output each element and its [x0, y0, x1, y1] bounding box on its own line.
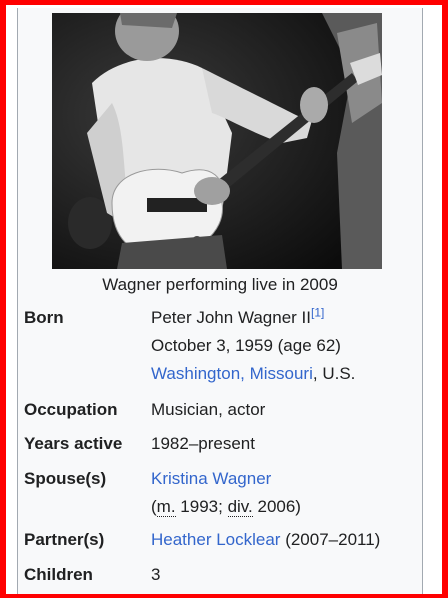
divorced-year: 2006) — [252, 497, 301, 516]
birth-name: Peter John Wagner II — [151, 308, 312, 327]
divorced-abbr: div. — [227, 497, 253, 517]
partner-label: Partner(s) — [24, 530, 105, 549]
photo-caption: Wagner performing live in 2009 — [102, 275, 338, 294]
married-year: 1993; — [175, 497, 228, 516]
reference-link[interactable]: [1] — [311, 305, 324, 319]
spouse-row: Spouse(s) Kristina Wagner (m. 1993; div.… — [24, 465, 416, 525]
occupation-value: Musician, actor — [151, 400, 266, 419]
occupation-label: Occupation — [24, 400, 118, 419]
years-active-value: 1982–present — [151, 434, 255, 453]
children-label: Children — [24, 565, 93, 584]
birthplace-country: , U.S. — [312, 364, 356, 383]
partner-value: Heather Locklear (2007–2011) — [151, 526, 380, 554]
partner-row: Partner(s) Heather Locklear (2007–2011) — [24, 526, 416, 556]
occupation-row: Occupation Musician, actor — [24, 396, 416, 426]
married-abbr: m. — [156, 497, 176, 517]
spouse-label: Spouse(s) — [24, 469, 107, 488]
spouse-open-paren: ( — [151, 497, 157, 516]
born-label: Born — [24, 308, 64, 327]
birth-date: October 3, 1959 (age 62) — [151, 336, 341, 355]
children-row: Children 3 — [24, 561, 416, 591]
guitarist-photo-icon — [52, 13, 382, 269]
born-value: Peter John Wagner II[1] October 3, 1959 … — [151, 304, 355, 388]
birthplace-link[interactable]: Washington, Missouri — [151, 364, 313, 383]
children-value: 3 — [151, 565, 161, 584]
spouse-link[interactable]: Kristina Wagner — [151, 469, 271, 488]
years-active-row: Years active 1982–present — [24, 430, 416, 460]
partner-years: (2007–2011) — [280, 530, 381, 549]
page-frame: Wagner performing live in 2009 Born Pete… — [6, 5, 442, 594]
partner-link[interactable]: Heather Locklear — [151, 530, 280, 549]
born-row: Born Peter John Wagner II[1] October 3, … — [24, 304, 416, 392]
infobox: Wagner performing live in 2009 Born Pete… — [17, 8, 423, 594]
spouse-value: Kristina Wagner (m. 1993; div. 2006) — [151, 465, 301, 521]
photo-wagner-performing[interactable] — [52, 13, 382, 269]
years-active-label: Years active — [24, 434, 123, 453]
